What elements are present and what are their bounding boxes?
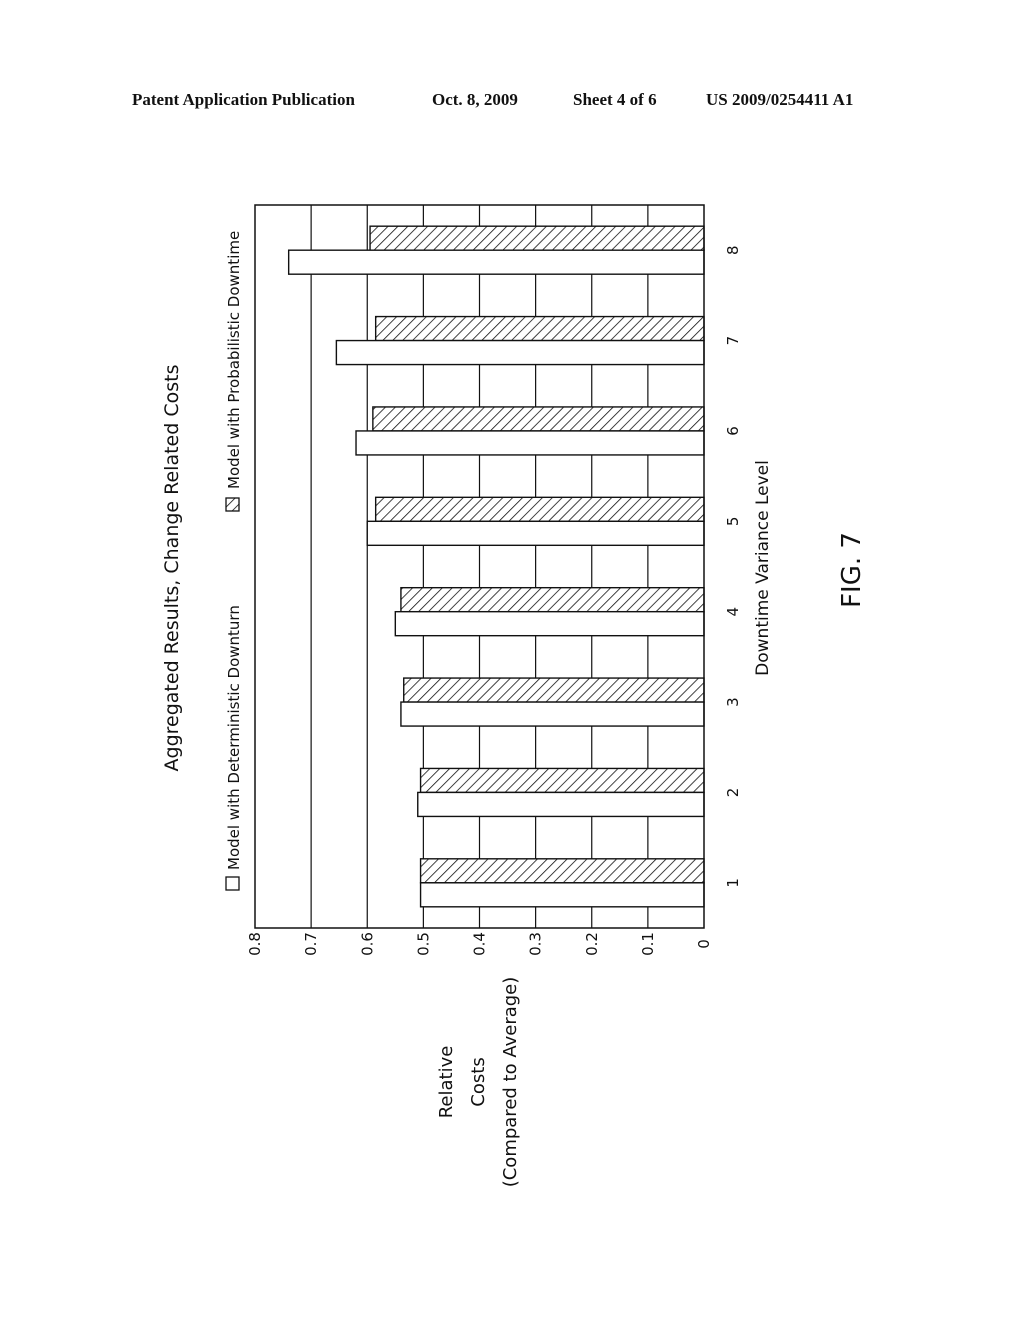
y-tick-label: 0.1 (639, 932, 657, 956)
y-tick-label: 0.5 (414, 932, 432, 956)
bar-deterministic-2 (417, 791, 705, 818)
bar-probabilistic-2 (419, 767, 705, 794)
y-tick-label: 0.7 (302, 932, 320, 956)
bar-chart: 0 0.1 0.2 0.3 0.4 0.5 0.6 0.7 0.8 1 2 3 4 5 6 7 8 Aggre… (161, 204, 867, 1188)
bar-deterministic-3 (400, 701, 705, 727)
legend-label-probabilistic: Model with Probabilistic Downtime (225, 231, 243, 489)
legend-swatch-deterministic (225, 876, 240, 891)
y-tick-label: 0.8 (246, 932, 264, 956)
y-tick-label: 0.2 (583, 932, 601, 956)
figure-label: FIG. 7 (837, 532, 867, 608)
bar-probabilistic-6 (372, 406, 705, 432)
bar-deterministic-6 (355, 430, 705, 456)
y-axis-label-line-3: (Compared to Average) (500, 977, 521, 1188)
y-tick-label: 0.3 (527, 932, 545, 956)
bar-probabilistic-1 (419, 858, 705, 884)
y-axis-label-line-2: Costs (468, 1057, 489, 1106)
bar-deterministic-5 (366, 520, 705, 547)
category-tick-label: 7 (724, 336, 742, 346)
bar-probabilistic-3 (403, 677, 705, 703)
bars (287, 225, 705, 908)
chart-title: Aggregated Results, Change Related Costs (161, 365, 183, 772)
legend-swatch-probabilistic (225, 497, 240, 512)
bar-deterministic-4 (394, 610, 705, 637)
legend: Model with Deterministic Downturn Model … (225, 231, 243, 891)
bar-probabilistic-4 (400, 586, 705, 613)
category-tick-label: 4 (724, 607, 742, 617)
bar-probabilistic-5 (374, 496, 705, 523)
bar-deterministic-1 (419, 882, 705, 908)
category-tick-labels: 1 2 3 4 5 6 7 8 (724, 245, 742, 887)
legend-label-deterministic: Model with Deterministic Downturn (225, 605, 243, 870)
bar-deterministic-7 (335, 339, 705, 366)
category-tick-label: 5 (724, 517, 742, 527)
bar-deterministic-8 (287, 249, 705, 275)
y-axis-label-line-1: Relative (436, 1046, 457, 1119)
x-axis-label: Downtime Variance Level (753, 460, 773, 676)
category-tick-label: 6 (724, 426, 742, 436)
bar-probabilistic-7 (374, 315, 705, 342)
category-tick-label: 3 (724, 697, 742, 707)
category-tick-label: 1 (724, 878, 742, 888)
bar-probabilistic-8 (369, 225, 705, 251)
y-tick-label: 0.6 (358, 932, 376, 956)
y-tick-label: 0.4 (471, 932, 489, 956)
category-tick-label: 8 (724, 245, 742, 255)
y-tick-labels: 0 0.1 0.2 0.3 0.4 0.5 0.6 0.7 0.8 (246, 932, 713, 956)
category-tick-label: 2 (724, 788, 742, 798)
y-axis-label: Relative Costs (Compared to Average) (436, 977, 521, 1188)
grid-lines (310, 205, 649, 928)
y-tick-label: 0 (695, 939, 713, 949)
